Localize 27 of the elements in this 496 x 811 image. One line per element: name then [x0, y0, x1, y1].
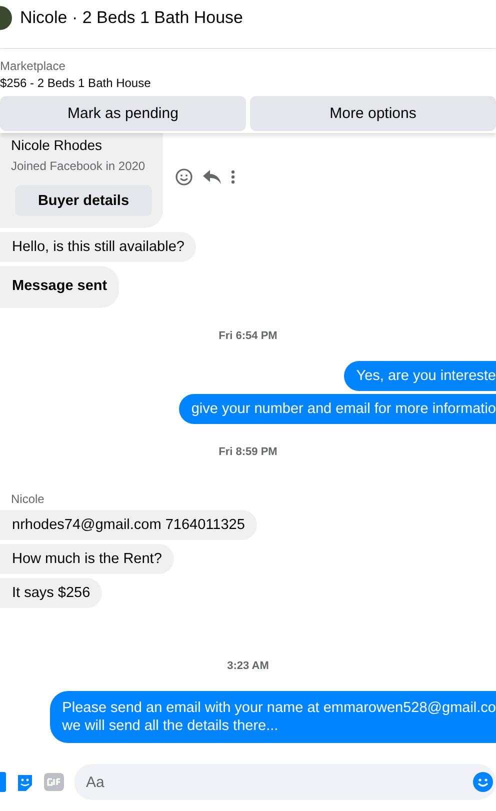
message-bubble: It says $256 [0, 578, 102, 608]
listing-source: Marketplace [0, 58, 66, 74]
message-bubble: Yes, are you intereste [344, 361, 496, 391]
sticker-icon[interactable] [16, 772, 34, 792]
message-bubble: nrhodes74@gmail.com 7164011325 [0, 510, 257, 540]
listing-title: $256 - 2 Beds 1 Bath House [0, 75, 152, 92]
emoji-icon[interactable] [175, 168, 193, 186]
message-bubble: Please send an email with your name at emmarowen528@gmail.co we will send all the details there... [50, 691, 496, 743]
sender-name: Nicole [11, 492, 46, 506]
avatar [0, 6, 12, 30]
buyer-name: Nicole Rhodes [11, 136, 104, 153]
reply-icon[interactable] [203, 169, 221, 185]
buyer-details-button[interactable]: Buyer details [15, 185, 152, 216]
more-icon[interactable] [231, 170, 235, 184]
chat-title: Nicole · 2 Beds 1 Bath House [20, 8, 244, 28]
emoji-icon[interactable] [473, 772, 493, 792]
message-bubble: Message sent [0, 266, 120, 308]
more-options-button[interactable]: More options [250, 96, 496, 131]
message-field[interactable]: Aa [74, 764, 496, 800]
message-bubble: give your number and email for more informatio [179, 394, 496, 424]
timestamp: 3:23 AM [227, 660, 269, 672]
timestamp: Fri 6:54 PM [218, 330, 278, 342]
timestamp: Fri 8:59 PM [218, 446, 278, 458]
message-bubble: How much is the Rent? [0, 544, 174, 574]
joined-text: Joined Facebook in 2020 [11, 159, 146, 173]
mark-pending-button[interactable]: Mark as pending [0, 96, 246, 131]
message-bubble: Hello, is this still available? [0, 232, 196, 262]
